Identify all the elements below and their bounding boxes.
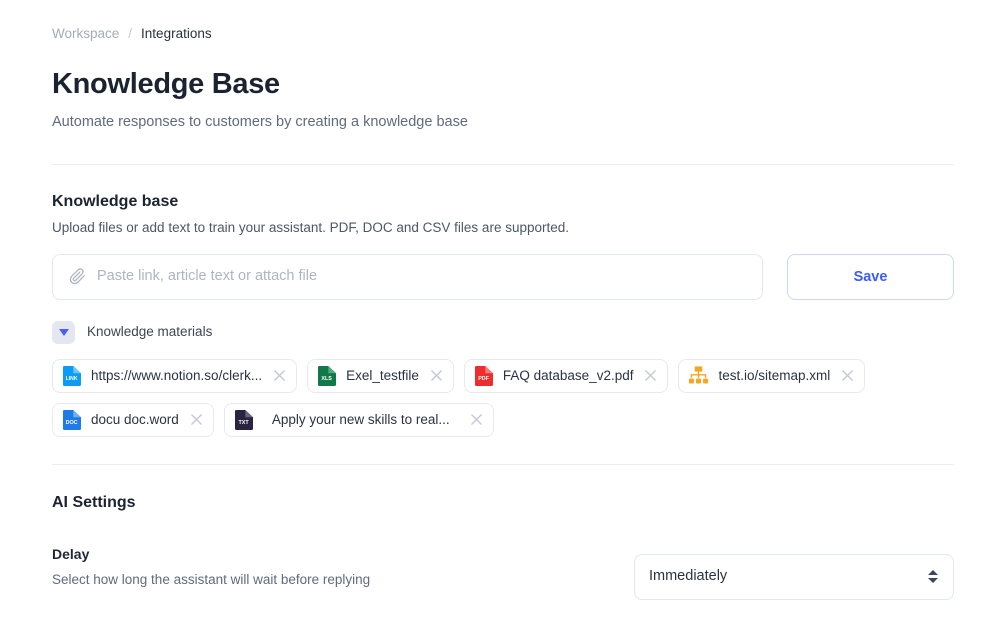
- delay-setting-row: Delay Select how long the assistant will…: [52, 546, 954, 600]
- doc-file-icon: DOC: [62, 409, 82, 431]
- list-item-label: https://www.notion.so/clerk...: [91, 367, 263, 383]
- list-item-label: Apply your new skills to real...: [271, 411, 450, 427]
- list-item[interactable]: TXT Apply your new skills to real...: [223, 402, 494, 437]
- close-icon[interactable]: [273, 369, 286, 382]
- sitemap-icon: [688, 365, 709, 386]
- divider-top: [52, 163, 954, 165]
- delay-label: Delay: [52, 545, 90, 562]
- ai-settings-heading: AI Settings: [52, 493, 136, 511]
- svg-text:LINK: LINK: [66, 376, 78, 382]
- close-icon[interactable]: [644, 369, 657, 382]
- close-icon[interactable]: [190, 413, 203, 426]
- paperclip-icon: [69, 268, 86, 285]
- list-item-label: test.io/sitemap.xml: [718, 367, 831, 383]
- knowledge-base-description: Upload files or add text to train your a…: [52, 220, 569, 235]
- txt-file-icon: TXT: [234, 409, 254, 431]
- delay-description: Select how long the assistant will wait …: [52, 571, 371, 587]
- delay-select-value: Immediately: [649, 568, 728, 585]
- list-item-label: Exel_testfile: [346, 367, 419, 383]
- list-item-label: docu doc.word: [91, 411, 179, 427]
- list-item[interactable]: test.io/sitemap.xml: [678, 358, 866, 393]
- divider-bottom: [52, 463, 954, 465]
- delay-text-block: Delay Select how long the assistant will…: [52, 546, 370, 588]
- breadcrumb-current[interactable]: Integrations: [141, 27, 212, 41]
- list-item[interactable]: DOC docu doc.word: [52, 402, 214, 437]
- xls-file-icon: XLS: [317, 365, 337, 387]
- knowledge-input-row: Paste link, article text or attach file …: [52, 253, 954, 300]
- pdf-file-icon: PDF: [474, 365, 494, 387]
- breadcrumb-separator: /: [128, 26, 133, 41]
- page-title: Knowledge Base: [52, 67, 280, 100]
- delay-select[interactable]: Immediately: [634, 553, 954, 600]
- knowledge-source-input[interactable]: Paste link, article text or attach file: [52, 253, 763, 300]
- breadcrumb-parent[interactable]: Workspace: [52, 27, 119, 41]
- close-icon[interactable]: [841, 369, 854, 382]
- knowledge-source-placeholder: Paste link, article text or attach file: [97, 268, 318, 285]
- close-icon[interactable]: [470, 413, 483, 426]
- list-item[interactable]: PDF FAQ database_v2.pdf: [463, 358, 669, 393]
- svg-text:PDF: PDF: [478, 376, 489, 382]
- link-file-icon: LINK: [62, 365, 82, 387]
- svg-text:XLS: XLS: [321, 376, 332, 382]
- svg-text:DOC: DOC: [66, 420, 78, 426]
- svg-text:TXT: TXT: [238, 420, 249, 426]
- list-item[interactable]: LINK https://www.notion.so/clerk...: [52, 358, 298, 393]
- page-container: Workspace / Integrations Knowledge Base …: [52, 0, 954, 600]
- save-button[interactable]: Save: [787, 253, 954, 300]
- breadcrumb: Workspace / Integrations: [52, 0, 954, 41]
- knowledge-materials-label: Knowledge materials: [87, 324, 213, 340]
- chevron-down-icon[interactable]: [52, 320, 75, 344]
- knowledge-base-heading: Knowledge base: [52, 192, 179, 210]
- close-icon[interactable]: [430, 369, 443, 382]
- list-item[interactable]: XLS Exel_testfile: [307, 358, 454, 393]
- knowledge-materials-list: LINK https://www.notion.so/clerk... XLS …: [52, 358, 912, 437]
- chevron-up-down-icon: [928, 570, 938, 584]
- knowledge-materials-toggle-row[interactable]: Knowledge materials: [52, 320, 954, 344]
- page-subtitle: Automate responses to customers by creat…: [52, 113, 468, 130]
- list-item-label: FAQ database_v2.pdf: [502, 367, 634, 383]
